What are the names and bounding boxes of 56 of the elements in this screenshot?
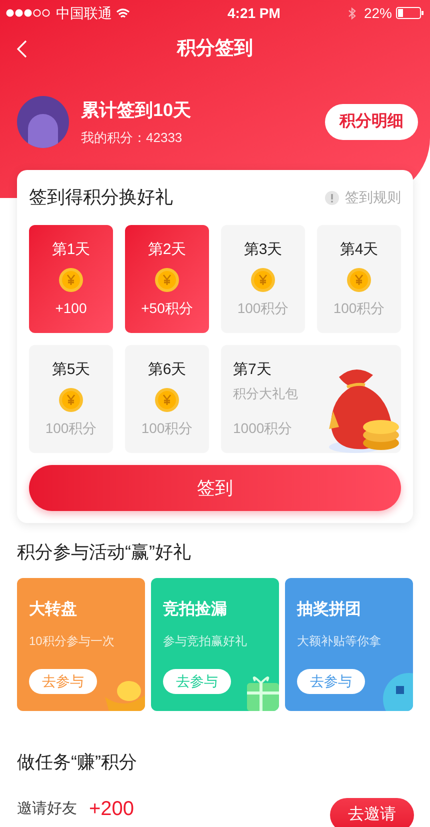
activity-title: 抽奖拼团 [297,600,362,620]
join-button[interactable]: 去参与 [163,669,231,694]
day-label: 第1天 [52,240,90,260]
coin-icon [155,268,179,292]
activity-subtitle: 大额补贴等你拿 [297,633,382,650]
coin-icon [59,388,83,412]
day-label: 第7天 [233,360,272,380]
check-in-title: 签到得积分换好礼 [29,186,173,209]
battery-icon [396,7,424,19]
page-title: 积分签到 [177,36,253,61]
activity-subtitle: 参与竞拍赢好礼 [163,633,248,650]
day-reward: 1000积分 [233,419,294,438]
day-label: 第6天 [148,360,186,380]
join-button[interactable]: 去参与 [29,669,97,694]
back-icon [17,40,27,58]
day-label: 第4天 [340,240,378,260]
wifi-icon [116,8,130,18]
task-name: 邀请好友 [17,799,77,819]
coin-icon [381,673,413,711]
bluetooth-icon [348,6,356,20]
activity-subtitle: 10积分参与一次 [29,633,116,650]
battery-percent: 22% [364,4,392,22]
activity-card[interactable]: 竞拍捡漏 参与竞拍赢好礼 去参与 [151,578,279,711]
activity-card[interactable]: 抽奖拼团 大额补贴等你拿 去参与 [285,578,413,711]
join-button[interactable]: 去参与 [297,669,365,694]
activity-title: 竞拍捡漏 [163,599,228,620]
day-reward: +50积分 [141,299,193,318]
day-label: 第5天 [52,360,90,380]
day-label: 第3天 [244,240,282,260]
day-reward: 100积分 [237,299,289,318]
rules-link[interactable]: 签到规则 [325,187,401,208]
day-reward: +100 [55,299,87,318]
gift-subtitle: 积分大礼包 [233,384,298,402]
carrier-name: 中国联通 [56,4,112,22]
tasks-title: 做任务“赚”积分 [16,751,138,774]
coin-icon [251,268,275,292]
sign-in-total: 累计签到10天 [81,98,192,122]
coin-icon [347,268,371,292]
my-points: 我的积分：42333 [81,128,184,147]
check-in-button[interactable]: 签到 [29,465,401,511]
day-reward: 100积分 [141,419,193,438]
avatar [17,96,69,148]
task-points: +200 [89,797,134,822]
activities-title: 积分参与活动“赢”好礼 [16,541,192,564]
invite-button[interactable]: 去邀请 [330,798,414,827]
day-reward: 100积分 [333,299,385,318]
coin-icon [155,388,179,412]
signal-icon [6,9,52,17]
activity-card[interactable]: 大转盘 10积分参与一次 去参与 [17,578,145,711]
status-time: 4:21 PM [228,4,280,22]
activity-title: 大转盘 [29,600,78,620]
coin-icon [59,268,83,292]
day-label: 第2天 [148,240,186,260]
day-reward: 100积分 [45,419,97,438]
info-icon [325,190,339,204]
points-detail-button[interactable]: 积分明细 [325,104,418,140]
